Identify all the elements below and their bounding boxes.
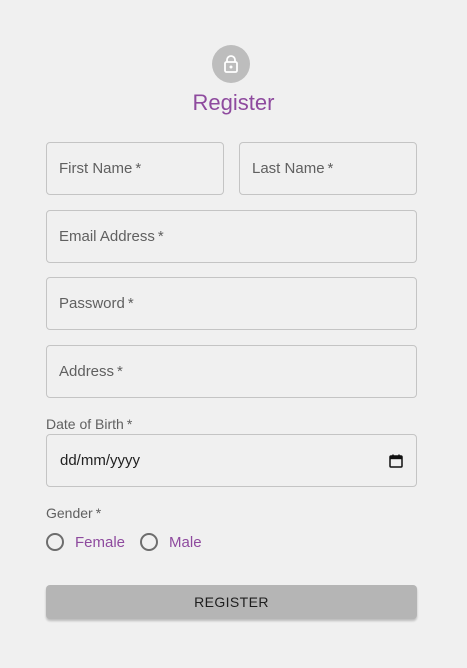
- first-name-field[interactable]: First Name *: [46, 142, 224, 195]
- date-of-birth-input[interactable]: dd/mm/yyyy: [46, 434, 417, 487]
- gender-option-male[interactable]: Male: [140, 533, 202, 551]
- required-marker: *: [127, 295, 134, 312]
- last-name-label: Last Name: [252, 160, 325, 177]
- dob-label: Date of Birth *: [46, 416, 132, 432]
- password-field[interactable]: Password *: [46, 277, 417, 330]
- required-marker: *: [157, 228, 164, 245]
- date-placeholder: dd/mm/yyyy: [60, 452, 141, 469]
- avatar: [212, 45, 250, 83]
- email-label: Email Address: [59, 228, 155, 245]
- dob-label-text: Date of Birth: [46, 416, 124, 432]
- gender-option-female[interactable]: Female: [46, 533, 125, 551]
- gender-radio-group: Female Male: [46, 533, 217, 551]
- password-label: Password: [59, 295, 125, 312]
- address-field[interactable]: Address *: [46, 345, 417, 398]
- address-label: Address: [59, 363, 115, 380]
- email-field[interactable]: Email Address *: [46, 210, 417, 263]
- last-name-field[interactable]: Last Name *: [239, 142, 417, 195]
- lock-icon: [224, 55, 238, 73]
- radio-label-male: Male: [169, 533, 202, 551]
- required-marker: *: [95, 505, 102, 521]
- required-marker: *: [135, 160, 142, 177]
- gender-label-text: Gender: [46, 505, 93, 521]
- page-title: Register: [192, 90, 275, 115]
- calendar-icon[interactable]: [389, 454, 403, 468]
- required-marker: *: [327, 160, 334, 177]
- register-page: Register First Name * Last Name * Email Ad…: [0, 0, 467, 668]
- radio-button[interactable]: [46, 533, 64, 551]
- gender-label: Gender *: [46, 505, 101, 521]
- required-marker: *: [117, 363, 123, 380]
- radio-label-female: Female: [75, 533, 126, 551]
- required-marker: *: [126, 416, 133, 432]
- radio-button[interactable]: [140, 533, 159, 551]
- first-name-label: First Name: [59, 160, 133, 177]
- register-button[interactable]: REGISTER: [46, 585, 417, 619]
